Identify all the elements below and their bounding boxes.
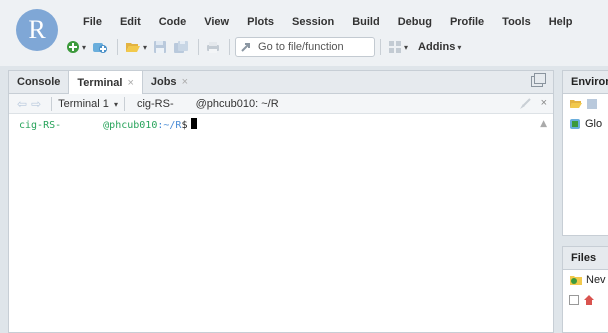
tab-terminal[interactable]: Terminal × <box>68 71 143 94</box>
prompt-user: cig-RS- <box>19 120 62 131</box>
menu-plots[interactable]: Plots <box>238 14 283 30</box>
terminal-prompt-line: cig-RS- @phcub010:~/R$ <box>19 118 543 131</box>
folder-open-icon[interactable] <box>569 98 583 110</box>
menu-file[interactable]: File <box>74 14 111 30</box>
global-env-label: Glo <box>585 118 603 130</box>
save-all-button[interactable] <box>171 38 191 56</box>
close-terminal-icon[interactable]: × <box>541 97 547 109</box>
r-logo: R <box>16 9 58 51</box>
pane-layout-button[interactable]: ▾ <box>386 38 410 56</box>
terminal-selector-label: Terminal 1 <box>58 97 109 110</box>
files-path-row <box>563 290 608 310</box>
arrow-icon <box>241 43 251 52</box>
tab-terminal-label: Terminal <box>77 76 123 89</box>
folder-open-icon <box>126 43 141 52</box>
menu-code[interactable]: Code <box>150 14 196 30</box>
plus-circle-icon <box>67 41 79 53</box>
prompt-host: @phcub010 <box>103 120 158 131</box>
rstudio-window: R File Edit Code View Plots Session Buil… <box>0 0 608 333</box>
open-file-button[interactable]: ▾ <box>123 38 149 56</box>
tab-console-label: Console <box>17 76 61 88</box>
files-pane: Files Nev <box>562 246 608 333</box>
terminal-session-name: cig-RS- <box>136 97 174 110</box>
chevron-down-icon: ▾ <box>82 42 87 52</box>
top-bar: R File Edit Code View Plots Session Buil… <box>0 0 608 66</box>
new-project-button[interactable] <box>90 38 110 56</box>
toolbar-divider <box>117 39 119 55</box>
save-icon[interactable] <box>586 98 598 110</box>
grid-icon <box>389 41 402 53</box>
menu-bar: File Edit Code View Plots Session Build … <box>74 14 582 30</box>
global-env-row[interactable]: Glo <box>563 114 608 134</box>
close-icon[interactable]: × <box>182 76 188 88</box>
save-button[interactable] <box>151 38 169 56</box>
menu-debug[interactable]: Debug <box>389 14 441 30</box>
menu-tools[interactable]: Tools <box>493 14 540 30</box>
environment-toolbar <box>563 94 608 114</box>
close-icon[interactable]: × <box>127 77 133 89</box>
addins-button[interactable]: Addins ▾ <box>412 38 463 56</box>
console-pane-tabbar: Console Terminal × Jobs × <box>9 71 553 94</box>
terminal-cursor <box>191 118 198 129</box>
chevron-down-icon: ▾ <box>113 99 118 109</box>
chevron-down-icon: ▾ <box>457 42 462 52</box>
terminal-output[interactable]: cig-RS- @phcub010:~/R$ ▲ <box>9 115 553 332</box>
new-folder-icon <box>570 276 582 285</box>
prompt-path: :~/R <box>157 120 182 131</box>
print-button[interactable] <box>204 38 222 56</box>
menu-edit[interactable]: Edit <box>111 14 150 30</box>
environment-pane: Environ Glo <box>562 70 608 236</box>
new-file-button[interactable]: ▾ <box>64 38 88 56</box>
chevron-down-icon: ▾ <box>143 42 148 52</box>
main-toolbar: ▾ ▾ Go to file/function ▾ Addins ▾ <box>64 36 465 58</box>
terminal-host-path: @phcub010: ~/R <box>195 97 279 110</box>
menu-session[interactable]: Session <box>283 14 343 30</box>
arrow-right-icon[interactable]: ⇨ <box>31 97 41 111</box>
terminal-selector[interactable]: Terminal 1 ▾ <box>58 98 118 110</box>
tab-environment[interactable]: Environ <box>563 71 608 94</box>
menu-profile[interactable]: Profile <box>441 14 493 30</box>
print-icon <box>207 42 220 53</box>
maximize-pane-icon[interactable] <box>531 73 546 87</box>
r-environment-icon <box>570 119 580 129</box>
select-all-checkbox[interactable] <box>569 295 579 305</box>
home-icon[interactable] <box>583 294 595 306</box>
toolbar-divider <box>51 96 53 111</box>
toolbar-divider <box>380 39 382 55</box>
menu-help[interactable]: Help <box>540 14 582 30</box>
menu-view[interactable]: View <box>195 14 238 30</box>
tab-jobs[interactable]: Jobs × <box>143 71 196 93</box>
arrow-left-icon[interactable]: ⇦ <box>17 97 27 111</box>
tab-console[interactable]: Console <box>9 71 68 93</box>
scroll-up-icon[interactable]: ▲ <box>540 119 547 129</box>
new-folder-button[interactable]: Nev <box>563 270 608 290</box>
tab-files[interactable]: Files <box>563 247 608 270</box>
go-to-file-input[interactable]: Go to file/function <box>235 37 376 57</box>
prompt-symbol: $ <box>181 120 188 131</box>
project-icon <box>93 43 108 53</box>
terminal-toolbar: ⇦ ⇨ Terminal 1 ▾ cig-RS- @phcub010: ~/R … <box>9 94 553 114</box>
chevron-down-icon: ▾ <box>404 42 409 52</box>
save-all-icon <box>174 41 189 53</box>
toolbar-divider <box>123 96 125 111</box>
menu-build[interactable]: Build <box>343 14 389 30</box>
save-icon <box>154 41 167 53</box>
addins-label: Addins <box>418 41 456 53</box>
go-to-file-placeholder: Go to file/function <box>258 41 344 53</box>
new-folder-label: Nev <box>586 274 606 286</box>
tab-jobs-label: Jobs <box>150 76 177 88</box>
toolbar-divider <box>198 39 200 55</box>
console-pane: Console Terminal × Jobs × ⇦ ⇨ Terminal 1… <box>8 70 554 333</box>
toolbar-divider <box>229 39 231 55</box>
clear-terminal-icon[interactable] <box>519 98 531 110</box>
